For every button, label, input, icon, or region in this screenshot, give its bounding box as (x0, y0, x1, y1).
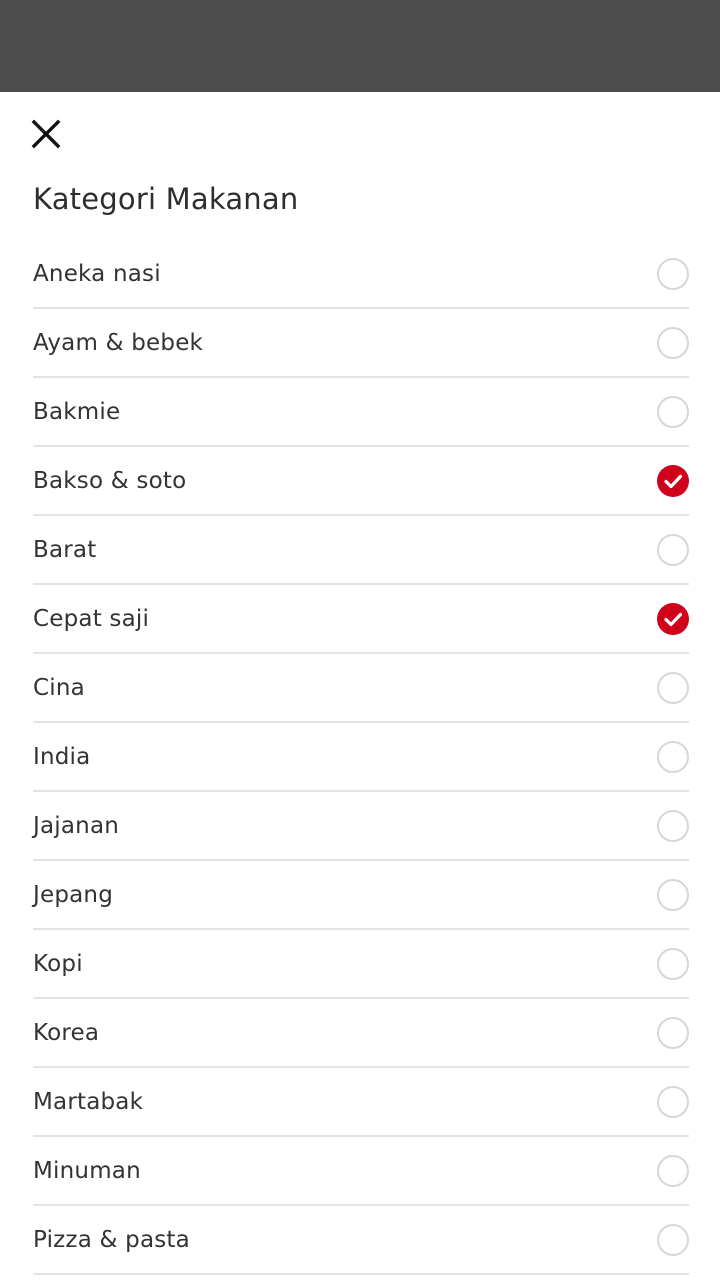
category-item[interactable]: Bakmie (33, 378, 689, 447)
page-title: Kategori Makanan (33, 182, 299, 216)
category-list: Aneka nasi Ayam & bebek Bakmie Bakso & soto… (33, 240, 689, 1275)
unchecked-circle-icon[interactable] (657, 947, 689, 980)
unchecked-circle-icon[interactable] (657, 878, 689, 911)
category-label: Minuman (33, 1157, 141, 1184)
unchecked-circle-icon[interactable] (657, 1085, 689, 1118)
category-item[interactable]: Jajanan (33, 792, 689, 861)
unchecked-circle-icon[interactable] (657, 1223, 689, 1256)
category-label: Cina (33, 674, 85, 701)
unchecked-circle-icon[interactable] (657, 809, 689, 842)
category-item[interactable]: Bakso & soto (33, 447, 689, 516)
category-item[interactable]: Minuman (33, 1137, 689, 1206)
unchecked-circle-icon[interactable] (657, 740, 689, 773)
category-item[interactable]: Martabak (33, 1068, 689, 1137)
category-item[interactable]: Aneka nasi (33, 240, 689, 309)
category-label: Jajanan (33, 812, 120, 839)
category-item[interactable]: Cina (33, 654, 689, 723)
category-item[interactable]: India (33, 723, 689, 792)
category-item[interactable]: Pizza & pasta (33, 1206, 689, 1275)
checked-circle-icon[interactable] (657, 602, 689, 635)
category-label: Bakmie (33, 398, 121, 425)
unchecked-circle-icon[interactable] (657, 533, 689, 566)
category-item[interactable]: Ayam & bebek (33, 309, 689, 378)
unchecked-circle-icon[interactable] (657, 257, 689, 290)
close-icon (31, 119, 61, 153)
category-label: Barat (33, 536, 97, 563)
unchecked-circle-icon[interactable] (657, 326, 689, 359)
category-label: Cepat saji (33, 605, 150, 632)
checked-circle-icon[interactable] (657, 464, 689, 497)
category-label: Ayam & bebek (33, 329, 204, 356)
unchecked-circle-icon[interactable] (657, 395, 689, 428)
unchecked-circle-icon[interactable] (657, 1154, 689, 1187)
category-item[interactable]: Barat (33, 516, 689, 585)
category-label: India (33, 743, 91, 770)
category-label: Aneka nasi (33, 260, 161, 287)
unchecked-circle-icon[interactable] (657, 671, 689, 704)
category-item[interactable]: Jepang (33, 861, 689, 930)
category-item[interactable]: Korea (33, 999, 689, 1068)
category-label: Korea (33, 1019, 100, 1046)
category-label: Pizza & pasta (33, 1226, 190, 1253)
dimmed-background-overlay[interactable] (0, 0, 720, 92)
category-label: Bakso & soto (33, 467, 187, 494)
unchecked-circle-icon[interactable] (657, 1016, 689, 1049)
category-item[interactable]: Cepat saji (33, 585, 689, 654)
category-item[interactable]: Kopi (33, 930, 689, 999)
category-label: Martabak (33, 1088, 144, 1115)
close-button[interactable] (24, 114, 68, 158)
category-label: Kopi (33, 950, 83, 977)
category-label: Jepang (33, 881, 114, 908)
category-filter-sheet: Kategori Makanan Aneka nasi Ayam & bebek B… (0, 92, 720, 1280)
